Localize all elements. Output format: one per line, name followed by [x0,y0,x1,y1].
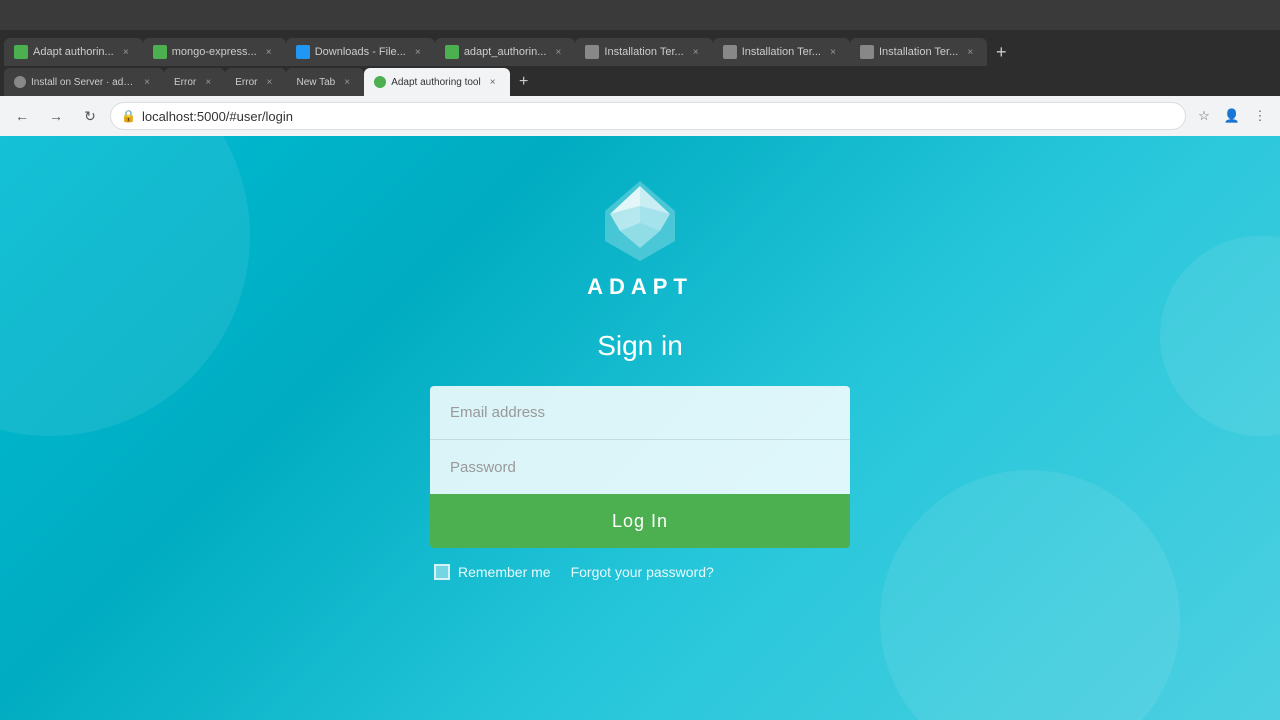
tab-label: Error [235,77,257,88]
tab-adapt-authoring-tool[interactable]: Adapt authoring tool × [364,68,510,96]
form-footer: Remember me Forgot your password? [430,564,850,580]
tab-label: Installation Ter... [879,46,958,58]
system-bar [0,0,1280,30]
tab-favicon [14,45,28,59]
tab-error1[interactable]: Error × [164,68,225,96]
tab-label: mongo-express... [172,46,257,58]
adapt-logo-icon [595,176,685,266]
logo-container: ADAPT [587,176,693,300]
login-form: Log In Remember me Forgot your password? [430,386,850,580]
email-input[interactable] [430,386,850,440]
tab-adapt-authoring2[interactable]: adapt_authorin... × [435,38,576,66]
tab-close-btn[interactable]: × [411,45,425,59]
tab-close-btn[interactable]: × [140,75,154,89]
page-content: ADAPT Sign in Log In Remember me Forgot … [0,136,1280,720]
bg-decoration [1160,236,1280,436]
tab-close-btn[interactable]: × [486,75,500,89]
forward-button[interactable]: → [42,102,70,130]
tab-adapt-authoring[interactable]: Adapt authorin... × [4,38,143,66]
tab-install-server[interactable]: Install on Server · adaptlear... × [4,68,164,96]
tab-label: Installation Ter... [604,46,683,58]
lock-icon: 🔒 [121,109,136,123]
tab-favicon [374,76,386,88]
remember-me-text: Remember me [458,564,551,580]
tab-favicon [14,76,26,88]
tab-favicon [585,45,599,59]
tab-label: Adapt authorin... [33,46,114,58]
back-button[interactable]: ← [8,102,36,130]
menu-button[interactable]: ⋮ [1248,104,1272,128]
tab-installation3[interactable]: Installation Ter... × [850,38,987,66]
tab-favicon [153,45,167,59]
remember-me-checkbox[interactable] [434,564,450,580]
forgot-password-link[interactable]: Forgot your password? [571,564,714,580]
tab-close-btn[interactable]: × [963,45,977,59]
tab-favicon [445,45,459,59]
tab-installation2[interactable]: Installation Ter... × [713,38,850,66]
new-tab-button[interactable]: + [987,38,1015,66]
tab-label: Adapt authoring tool [391,77,481,88]
second-tab-bar: Install on Server · adaptlear... × Error… [0,66,1280,96]
password-input[interactable] [430,440,850,494]
profile-button[interactable]: 👤 [1220,104,1244,128]
bg-decoration [0,136,250,436]
tab-label: Install on Server · adaptlear... [31,77,135,88]
remember-me-label[interactable]: Remember me [434,564,551,580]
reload-button[interactable]: ↻ [76,102,104,130]
new-tab-button-2[interactable]: + [510,68,538,96]
tab-label: Installation Ter... [742,46,821,58]
tab-label: Error [174,77,196,88]
tab-downloads[interactable]: Downloads - File... × [286,38,435,66]
tab-favicon [296,45,310,59]
tab-new-tab[interactable]: New Tab × [286,68,364,96]
bg-decoration [880,470,1180,720]
nav-right-buttons: ☆ 👤 ⋮ [1192,104,1272,128]
address-bar[interactable]: 🔒 localhost:5000/#user/login [110,102,1186,130]
login-button[interactable]: Log In [430,494,850,548]
tab-favicon [860,45,874,59]
bookmark-button[interactable]: ☆ [1192,104,1216,128]
tab-close-btn[interactable]: × [262,75,276,89]
tab-label: adapt_authorin... [464,46,547,58]
tab-close-btn[interactable]: × [340,75,354,89]
tab-mongo[interactable]: mongo-express... × [143,38,286,66]
tab-bar: Adapt authorin... × mongo-express... × D… [0,30,1280,66]
logo-text: ADAPT [587,274,693,300]
signin-title: Sign in [597,330,683,362]
tab-close-btn[interactable]: × [201,75,215,89]
tab-installation1[interactable]: Installation Ter... × [575,38,712,66]
tab-close-btn[interactable]: × [119,45,133,59]
url-text: localhost:5000/#user/login [142,109,293,124]
tab-label: New Tab [296,77,335,88]
tab-error2[interactable]: Error × [225,68,286,96]
tab-close-btn[interactable]: × [262,45,276,59]
tab-close-btn[interactable]: × [551,45,565,59]
navigation-bar: ← → ↻ 🔒 localhost:5000/#user/login ☆ 👤 ⋮ [0,96,1280,136]
tab-label: Downloads - File... [315,46,406,58]
tab-favicon [723,45,737,59]
tab-close-btn[interactable]: × [689,45,703,59]
tab-close-btn[interactable]: × [826,45,840,59]
